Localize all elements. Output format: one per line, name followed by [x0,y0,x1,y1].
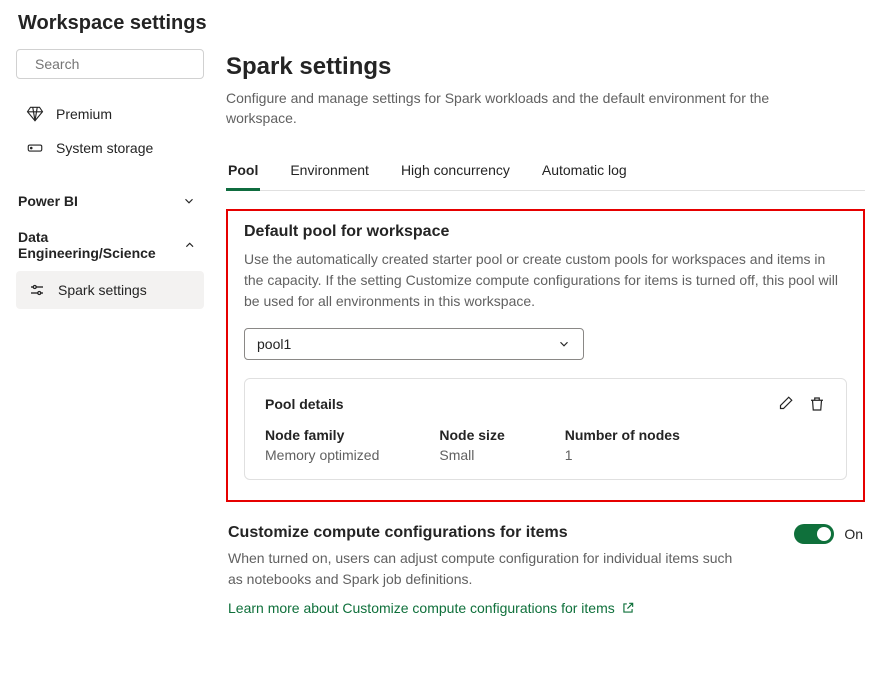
customize-section: Customize compute configurations for ite… [226,524,865,616]
tab-pool[interactable]: Pool [226,154,260,191]
node-size-label: Node size [439,427,504,443]
sidebar-section-power-bi[interactable]: Power BI [16,183,204,219]
node-family-label: Node family [265,427,379,443]
tab-environment[interactable]: Environment [288,154,371,190]
sidebar-item-label: Premium [56,106,112,122]
main-content: Spark settings Configure and manage sett… [226,49,865,616]
pool-select-dropdown[interactable]: pool1 [244,328,584,360]
search-box[interactable] [16,49,204,79]
pool-details-title: Pool details [265,396,344,412]
num-nodes-col: Number of nodes 1 [565,427,680,463]
chevron-up-icon [183,238,196,252]
sidebar-item-spark-settings[interactable]: Spark settings [16,271,204,309]
sidebar-item-label: Spark settings [58,282,147,298]
default-pool-heading: Default pool for workspace [244,223,847,241]
num-nodes-label: Number of nodes [565,427,680,443]
external-link-icon [621,601,635,615]
node-size-col: Node size Small [439,427,504,463]
sidebar-section-label: Power BI [18,193,78,209]
storage-icon [26,139,44,157]
sidebar-item-label: System storage [56,140,153,156]
tabs: Pool Environment High concurrency Automa… [226,154,865,191]
customize-heading: Customize compute configurations for ite… [228,524,748,542]
default-pool-section-highlight: Default pool for workspace Use the autom… [226,209,865,502]
tab-automatic-log[interactable]: Automatic log [540,154,629,190]
default-pool-description: Use the automatically created starter po… [244,249,847,312]
diamond-icon [26,105,44,123]
customize-toggle[interactable] [794,524,834,544]
page-title: Workspace settings [18,12,865,35]
pool-select-value: pool1 [257,336,291,352]
main-title: Spark settings [226,53,865,81]
sidebar-item-premium[interactable]: Premium [16,97,204,131]
search-input[interactable] [35,56,216,72]
pool-details-card: Pool details Node family Memory optimize… [244,378,847,480]
sliders-icon [28,281,46,299]
sidebar-section-label: Data Engineering/Science [18,229,183,261]
num-nodes-value: 1 [565,447,680,463]
node-family-value: Memory optimized [265,447,379,463]
edit-icon[interactable] [776,395,794,413]
learn-more-text: Learn more about Customize compute confi… [228,600,615,616]
trash-icon[interactable] [808,395,826,413]
main-description: Configure and manage settings for Spark … [226,89,786,128]
toggle-label: On [844,526,863,542]
node-size-value: Small [439,447,504,463]
sidebar: Premium System storage Power BI Data Eng… [16,49,204,309]
tab-high-concurrency[interactable]: High concurrency [399,154,512,190]
customize-description: When turned on, users can adjust compute… [228,548,748,590]
chevron-down-icon [182,194,196,208]
node-family-col: Node family Memory optimized [265,427,379,463]
learn-more-link[interactable]: Learn more about Customize compute confi… [228,600,635,616]
sidebar-section-data-eng[interactable]: Data Engineering/Science [16,219,204,271]
chevron-down-icon [557,337,571,351]
sidebar-item-system-storage[interactable]: System storage [16,131,204,165]
